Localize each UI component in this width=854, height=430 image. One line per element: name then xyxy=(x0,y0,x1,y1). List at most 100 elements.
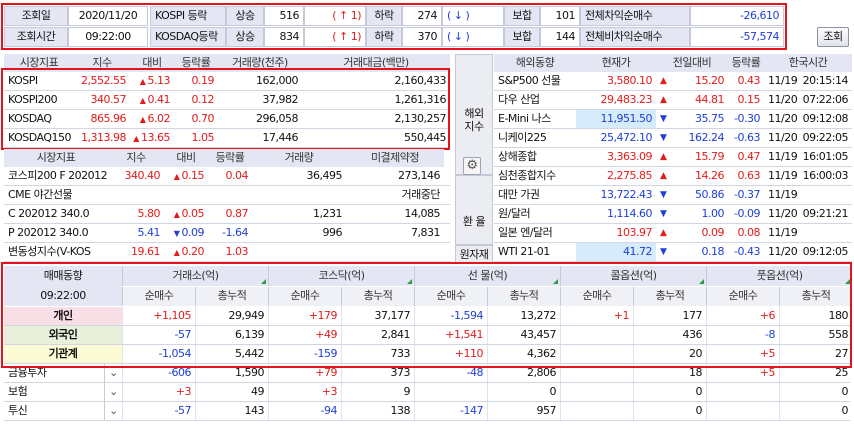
kosdaq-breadth-label: KOSDAQ등락 xyxy=(150,27,226,47)
row-divider xyxy=(4,147,450,148)
amount-value: 7,831 xyxy=(411,226,441,239)
investor-value: 0 xyxy=(779,383,852,401)
world-row-name[interactable]: WTI 21-01 xyxy=(494,243,576,261)
world-price: 3,363.09 xyxy=(607,150,652,163)
price-value: 5.41 xyxy=(137,226,161,239)
down-arrow-icon: ▼ xyxy=(173,229,182,238)
world-price: 103.97 xyxy=(616,226,653,239)
world-price: 11,951.50 xyxy=(576,110,656,128)
date-label: 조회일 xyxy=(4,6,68,26)
world-rate: -0.37 xyxy=(734,188,760,201)
world-row-name[interactable]: E-Mini 나스 xyxy=(494,110,576,128)
investor-row-name[interactable]: 금융투자 xyxy=(4,364,104,382)
rate-value: 0.19 xyxy=(191,74,215,87)
price-value: 19.61 xyxy=(131,245,161,258)
world-rate: -0.63 xyxy=(734,131,760,144)
date-value[interactable]: 2020/11/20 xyxy=(68,6,148,26)
investor-value: -1,594 xyxy=(414,307,487,325)
investor-group-header: 콜옵션(억) xyxy=(560,266,706,286)
up-arrow-icon: ▲ xyxy=(660,95,667,105)
non-arbitrage-label: 전체비차익순매수 xyxy=(580,27,690,47)
world-change: ▲ 0.09 xyxy=(656,224,728,242)
investor-title: 매매동향 xyxy=(4,266,122,286)
world-date: 11/19 xyxy=(768,169,798,182)
investor-value: -159 xyxy=(268,345,341,363)
down-arrow-icon: ▼ xyxy=(660,133,667,143)
rate-value: 1.03 xyxy=(225,245,249,258)
world-row-name[interactable]: 상해종합 xyxy=(494,148,576,166)
investor-row-name[interactable]: 투신 xyxy=(4,402,104,420)
amount-value: 거래중단 xyxy=(401,188,441,201)
investor-value: -48 xyxy=(414,364,487,382)
price-value xyxy=(108,186,164,204)
time-value[interactable]: 09:22:00 xyxy=(68,27,148,47)
investor-sub-header: 순매수 xyxy=(122,287,195,306)
dropdown-chevron-icon[interactable]: ⌄ xyxy=(104,364,122,382)
world-price: 41.72 xyxy=(576,243,656,261)
investor-sub-header: 순매수 xyxy=(706,287,779,306)
investor-row-name[interactable]: 보험 xyxy=(4,383,104,401)
investor-value xyxy=(560,326,633,344)
investor-value xyxy=(560,364,633,382)
investor-value: 29,949 xyxy=(195,307,268,325)
world-rate: -0.09 xyxy=(734,207,760,220)
row-name: KOSPI200 xyxy=(8,93,58,106)
row-name: C 202012 340.0 xyxy=(8,207,90,220)
investor-value: +110 xyxy=(414,345,487,363)
investor-value: +3 xyxy=(122,383,195,401)
up-arrow-icon: ▲ xyxy=(173,248,182,257)
row-divider xyxy=(4,261,450,262)
up-label: 상승 xyxy=(226,27,264,47)
world-row-name[interactable]: S&P500 선물 xyxy=(494,72,576,90)
world-time xyxy=(800,224,852,242)
limit-up-count: ( ↑ 1) xyxy=(304,6,366,26)
arbitrage-label: 전체차익순매수 xyxy=(580,6,690,26)
investor-value: 733 xyxy=(341,345,414,363)
world-row-name[interactable]: 일본 엔/달러 xyxy=(494,224,576,242)
world-date: 11/19 xyxy=(768,226,798,239)
investor-value: 43,457 xyxy=(487,326,560,344)
dropdown-chevron-icon[interactable]: ⌄ xyxy=(104,383,122,401)
investor-value: 27 xyxy=(779,345,852,363)
rate-value: 0.87 xyxy=(225,207,249,220)
row-name: CME 야간선물 xyxy=(8,188,73,201)
investor-value: +49 xyxy=(268,326,341,344)
amount-value: 2,160,433 xyxy=(394,74,447,87)
world-table-header: 등락률 xyxy=(728,54,764,72)
row-divider xyxy=(494,261,852,262)
non-arbitrage-value: -57,574 xyxy=(690,27,784,47)
limit-down-count: ( ↓ ) xyxy=(442,27,504,47)
change-value: ▼ 0.09 xyxy=(173,226,205,239)
investor-sub-header: 총누적 xyxy=(487,287,560,306)
world-row-name[interactable]: 니케이225 xyxy=(494,129,576,147)
change-value: ▲ 0.20 xyxy=(173,245,205,258)
investor-sub-header: 총누적 xyxy=(633,287,706,306)
fx-button[interactable]: 환 율 xyxy=(455,175,493,245)
world-row-name[interactable]: 심천종합지수 xyxy=(494,167,576,185)
investor-sub-header: 순매수 xyxy=(560,287,633,306)
world-row-name[interactable]: 원/달러 xyxy=(494,205,576,223)
world-date: 11/19 xyxy=(768,188,798,201)
world-price: 29,483.23 xyxy=(600,93,653,106)
investor-sub-header: 총누적 xyxy=(195,287,268,306)
flat-count: 101 xyxy=(540,6,580,26)
investor-value: 2,841 xyxy=(341,326,414,344)
world-row-name[interactable]: 다우 산업 xyxy=(494,91,576,109)
amount-value: 1,261,316 xyxy=(394,93,447,106)
world-price: 25,472.10 xyxy=(600,131,653,144)
search-button[interactable]: 조회 xyxy=(817,27,849,47)
gear-icon[interactable]: ⚙ xyxy=(463,157,481,175)
investor-value: +1 xyxy=(560,307,633,325)
down-arrow-icon: ▼ xyxy=(660,247,667,257)
investor-value: 957 xyxy=(487,402,560,420)
dropdown-chevron-icon[interactable]: ⌄ xyxy=(104,402,122,420)
row-name: 코스피200 F 202012 xyxy=(8,169,108,182)
change-value: ▲ 13.65 xyxy=(133,131,170,144)
flat-count: 144 xyxy=(540,27,580,47)
investor-value: -57 xyxy=(122,402,195,420)
down-arrow-icon: ▼ xyxy=(660,209,667,219)
flat-label: 보합 xyxy=(504,6,540,26)
world-row-name[interactable]: 대만 가권 xyxy=(494,186,576,204)
raw-material-button[interactable]: 원자재 xyxy=(455,245,493,263)
world-rate: 0.47 xyxy=(737,150,761,163)
